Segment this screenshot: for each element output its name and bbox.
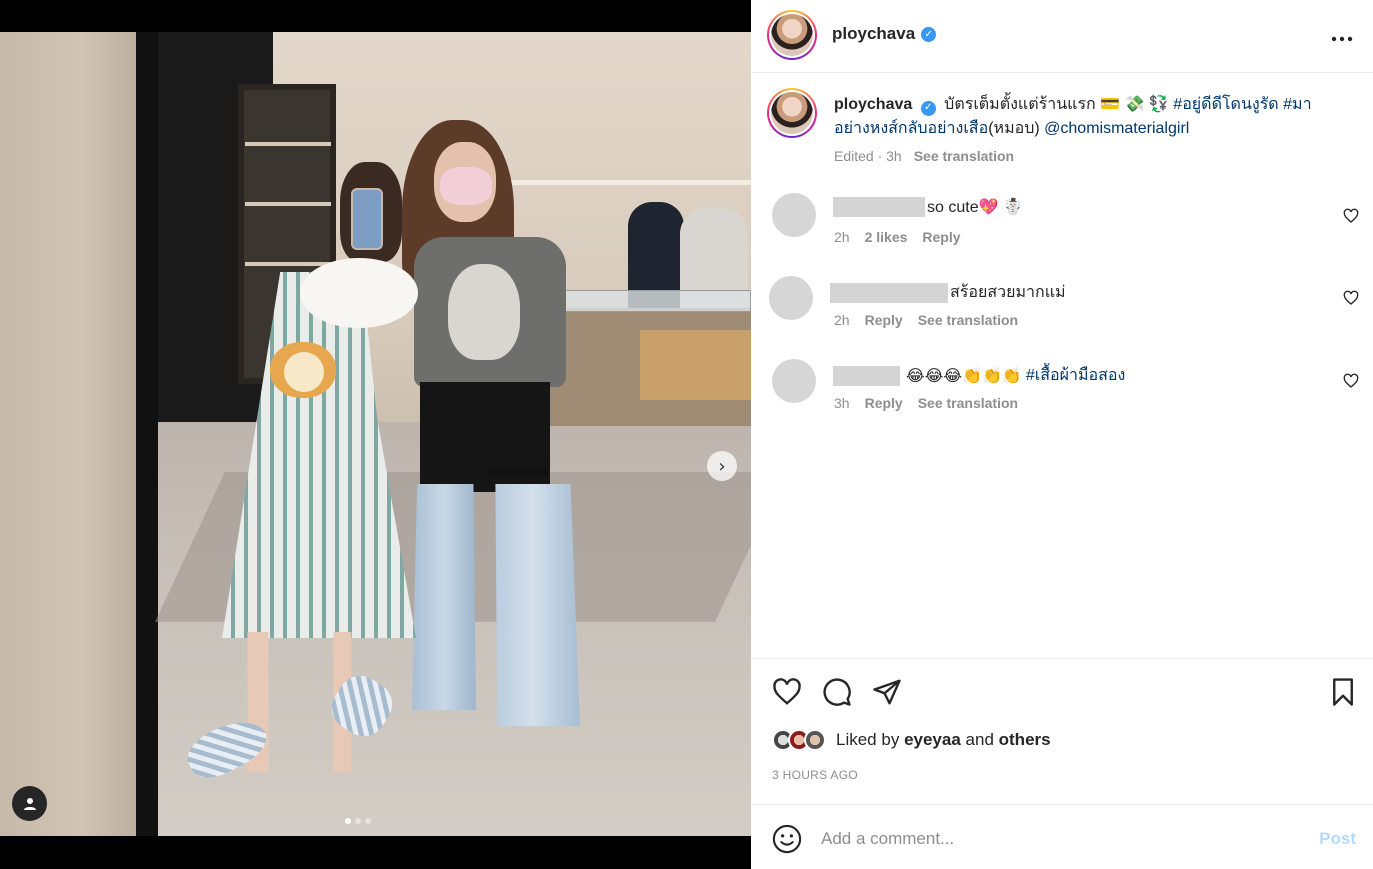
photo-mirror-frame [136,32,158,836]
caption-username[interactable]: ploychava [834,96,912,113]
photo-belt [488,467,548,477]
post-actions: Liked by eyeyaa and others 3 HOURS AGO [751,658,1373,804]
likes-summary[interactable]: Liked by eyeyaa and others [772,729,1051,751]
comment-avatar[interactable] [769,276,813,320]
post-media: › [0,0,751,869]
carousel-dot [355,818,361,824]
redacted-username [830,282,948,303]
comment-hashtag[interactable]: #เสื้อผ้ามือสอง [1026,363,1125,388]
photo-jeans-left [412,484,476,710]
photo-shelf-row [245,262,331,266]
photo-phone [351,188,383,250]
likes-prefix: Liked by [836,730,900,749]
author-username[interactable]: ploychava [832,24,915,44]
likes-joiner: and [965,730,994,749]
heart-icon[interactable] [772,677,802,707]
caption-body: บัตรเต็มตั้งแต่ร้านแรก 💳 💸 💱 [944,96,1169,113]
share-icon[interactable] [872,677,902,707]
photo-face-mask [440,167,492,205]
comment-reply-button[interactable]: Reply [865,395,903,411]
author-avatar[interactable] [767,10,817,60]
user-tags-button[interactable] [12,786,47,821]
caption-hashtag[interactable]: #อยู่ดีดีโดนงูรัด [1173,96,1278,113]
post-comment-button[interactable]: Post [1319,829,1356,849]
post-detail-panel: ploychava ✓ ploychava ✓ บัตรเต็มตั้งแต่ร… [751,0,1373,869]
more-icon [1331,36,1353,42]
heart-icon[interactable] [1343,208,1359,224]
post-header: ploychava ✓ [751,0,1373,73]
photo-shelf-row [245,142,331,146]
photo-plush-face [284,352,324,392]
photo-shelf-row [245,202,331,206]
comment-text: 😂😂😂👏👏👏 [906,367,1022,385]
likes-others-link[interactable]: others [999,730,1051,749]
photo-wall [0,32,138,836]
comment-input[interactable] [821,827,1291,851]
photo-table [640,330,751,400]
likes-text: Liked by eyeyaa and others [836,730,1051,750]
author-username-row: ploychava ✓ [832,24,937,44]
comment-line: สร้อยสวยมากแม่ [830,280,1066,305]
comment-text: สร้อยสวยมากแม่ [950,284,1066,301]
comment-meta: 3h Reply See translation [834,395,1018,411]
user-tag-icon [23,797,36,810]
emoji-icon[interactable] [772,824,802,854]
see-translation-link[interactable]: See translation [918,395,1018,411]
comment-reply-button[interactable]: Reply [865,312,903,328]
heart-icon[interactable] [1343,373,1359,389]
comment-time: 2h [834,229,850,245]
photo-jeans-right [495,484,580,726]
heart-icon[interactable] [1343,290,1359,306]
liker-username[interactable]: eyeyaa [904,730,961,749]
avatar [804,729,826,751]
caption-edited-time: Edited · 3h [834,148,902,164]
redacted-username [833,197,925,217]
bookmark-icon[interactable] [1328,677,1358,707]
comment-meta: 2h Reply See translation [834,312,1018,328]
post-photo[interactable]: › [0,32,751,836]
carousel-next-button[interactable]: › [707,451,737,481]
add-comment-bar: Post [751,804,1373,869]
comment-line: so cute💖 ☃️ [833,197,1023,217]
post-timestamp[interactable]: 3 HOURS AGO [772,768,858,782]
comment-icon[interactable] [822,677,852,707]
comment-text: so cute💖 ☃️ [927,199,1023,216]
carousel-dot [365,818,371,824]
comment-avatar[interactable] [772,193,816,237]
photo-dress-collar [300,258,418,328]
more-options-button[interactable] [1331,22,1353,48]
see-translation-link[interactable]: See translation [914,148,1014,164]
see-translation-link[interactable]: See translation [918,312,1018,328]
comment-avatar[interactable] [772,359,816,403]
comment-line: 😂😂😂👏👏👏 #เสื้อผ้ามือสอง [833,363,1125,388]
carousel-dot-active [345,818,351,824]
caption-avatar[interactable] [767,88,817,138]
comment-meta: 2h 2 likes Reply [834,229,961,245]
comment-time: 3h [834,395,850,411]
verified-badge-icon: ✓ [920,100,936,116]
verified-badge-icon: ✓ [921,26,937,42]
comment-likes[interactable]: 2 likes [865,229,908,245]
comment-reply-button[interactable]: Reply [922,229,960,245]
caption-meta: Edited · 3h See translation [834,148,1014,164]
redacted-username [833,365,900,386]
photo-tee-print [448,264,520,360]
caption-body: (หมอบ) [988,120,1040,137]
comment-time: 2h [834,312,850,328]
chevron-right-icon: › [718,455,726,477]
carousel-dots [345,818,371,824]
liker-avatars [772,729,826,751]
caption-text: ploychava ✓ บัตรเต็มตั้งแต่ร้านแรก 💳 💸 💱… [834,93,1334,141]
caption-mention[interactable]: @chomismaterialgirl [1044,120,1189,137]
